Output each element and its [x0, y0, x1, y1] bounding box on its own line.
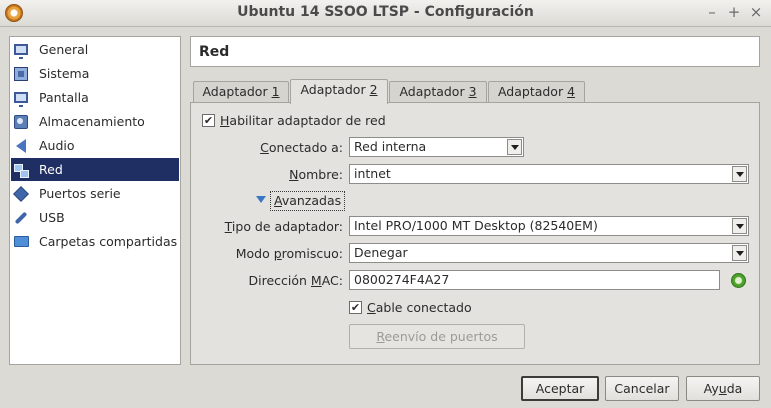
sidebar-item-pantalla[interactable]: Pantalla — [11, 86, 179, 109]
sidebar-item-almacenamiento[interactable]: Almacenamiento — [11, 110, 179, 133]
network-icon — [13, 162, 29, 178]
sidebar-item-puertos-serie[interactable]: Puertos serie — [11, 182, 179, 205]
enable-adapter-label: Habilitar adaptador de red — [220, 113, 386, 128]
sidebar-item-label: General — [39, 42, 89, 57]
expand-triangle-icon[interactable] — [256, 196, 266, 203]
adapter-type-label: Tipo de adaptador: — [200, 219, 343, 234]
label-text: eenvío de puertos — [384, 329, 498, 344]
attached-to-select[interactable]: Red interna — [349, 137, 524, 157]
tab-adaptador-3[interactable]: Adaptador 3 — [389, 81, 487, 103]
help-button[interactable]: Ayuda — [686, 376, 760, 401]
label-mnemonic: H — [220, 113, 230, 128]
sidebar-item-red[interactable]: Red — [11, 158, 179, 181]
sidebar-item-sistema[interactable]: Sistema — [11, 62, 179, 85]
window-title: Ubuntu 14 SSOO LTSP - Configuración — [237, 4, 534, 20]
page-title: Red — [190, 36, 760, 67]
sidebar-item-audio[interactable]: Audio — [11, 134, 179, 157]
usb-icon — [13, 210, 29, 226]
refresh-mac-icon[interactable] — [731, 273, 746, 288]
display-icon — [13, 90, 29, 107]
sidebar-item-label: Carpetas compartidas — [39, 234, 178, 249]
speaker-icon — [13, 138, 29, 154]
port-forwarding-button[interactable]: Reenvío de puertos — [349, 324, 525, 349]
chip-icon — [13, 66, 29, 82]
serial-port-icon — [13, 185, 29, 202]
name-select[interactable]: intnet — [349, 164, 749, 184]
close-icon[interactable]: × — [747, 3, 765, 21]
label-mnemonic: C — [260, 140, 269, 155]
cable-connected-checkbox[interactable]: ✔ — [349, 301, 362, 314]
label-text: Dirección — [248, 273, 311, 288]
folder-icon — [13, 234, 29, 250]
adapter-type-select[interactable]: Intel PRO/1000 MT Desktop (82540EM) — [349, 216, 749, 236]
tab-adaptador-2[interactable]: Adaptador 2 — [290, 79, 388, 104]
tab-mnemonic: 3 — [468, 84, 477, 99]
advanced-toggle[interactable]: Avanzadas — [270, 191, 346, 211]
sidebar-item-label: Red — [39, 162, 63, 177]
sidebar-item-label: Pantalla — [39, 90, 89, 105]
select-value: Red interna — [354, 139, 427, 154]
promiscuous-mode-select[interactable]: Denegar — [349, 243, 749, 263]
sidebar-item-label: Audio — [39, 138, 75, 153]
mac-address-label: Dirección MAC: — [200, 273, 344, 288]
settings-sidebar: General Sistema Pantalla Almacenamiento … — [9, 36, 181, 365]
tab-mnemonic: 4 — [567, 84, 576, 99]
label-text: da — [726, 381, 743, 396]
tab-mnemonic: 1 — [271, 84, 280, 99]
label-text: vanzadas — [281, 193, 342, 208]
tab-label: Adaptador — [399, 84, 469, 99]
chevron-down-icon — [732, 166, 747, 182]
monitor-icon — [13, 42, 29, 59]
disk-icon — [13, 114, 29, 130]
label-mnemonic: C — [367, 300, 376, 315]
select-value: Denegar — [354, 245, 408, 260]
label-mnemonic: u — [718, 381, 727, 396]
tab-adaptador-4[interactable]: Adaptador 4 — [488, 81, 585, 103]
attached-to-label: Conectado a: — [200, 140, 343, 155]
chevron-down-icon — [732, 245, 747, 261]
sidebar-item-general[interactable]: General — [11, 38, 179, 61]
tab-label: Adaptador — [202, 84, 272, 99]
enable-adapter-checkbox[interactable]: ✔ — [202, 114, 215, 127]
title-bar: Ubuntu 14 SSOO LTSP - Configuración – + … — [0, 0, 771, 27]
label-text: ombre: — [298, 167, 343, 182]
sidebar-item-label: USB — [39, 210, 65, 225]
sidebar-item-usb[interactable]: USB — [11, 206, 179, 229]
select-value: intnet — [354, 166, 391, 181]
label-text: onectado a: — [268, 140, 343, 155]
label-mnemonic: p — [273, 246, 282, 261]
tab-label: Adaptador — [497, 84, 568, 99]
label-mnemonic: T — [224, 219, 232, 234]
chevron-down-icon — [507, 139, 522, 155]
cancel-button[interactable]: Cancelar — [605, 376, 679, 401]
label-text: romiscuo: — [281, 246, 343, 261]
label-text: Ay — [703, 381, 719, 396]
label-text: able conectado — [375, 300, 472, 315]
label-text: AC: — [321, 273, 343, 288]
label-text: Modo — [235, 246, 274, 261]
mac-address-input[interactable]: 0800274F4A27 — [349, 270, 720, 290]
promiscuous-mode-label: Modo promiscuo: — [200, 246, 343, 261]
name-label: Nombre: — [200, 167, 343, 182]
label-text: abilitar adaptador de red — [229, 113, 386, 128]
sidebar-item-label: Almacenamiento — [39, 114, 145, 129]
accept-button[interactable]: Aceptar — [521, 376, 599, 401]
label-text: ipo de adaptador: — [231, 219, 343, 234]
cable-connected-label: Cable conectado — [367, 300, 472, 315]
maximize-icon[interactable]: + — [725, 3, 743, 21]
tab-adaptador-1[interactable]: Adaptador 1 — [193, 81, 289, 103]
chevron-down-icon — [732, 218, 747, 234]
sidebar-item-carpetas-compartidas[interactable]: Carpetas compartidas — [11, 230, 179, 253]
sidebar-item-label: Sistema — [39, 66, 90, 81]
tab-label: Adaptador — [300, 82, 370, 97]
label-mnemonic: A — [274, 193, 282, 208]
tab-mnemonic: 2 — [369, 82, 378, 97]
label-mnemonic: M — [310, 273, 322, 288]
minimize-icon[interactable]: – — [703, 3, 721, 21]
sidebar-item-label: Puertos serie — [39, 186, 121, 201]
select-value: Intel PRO/1000 MT Desktop (82540EM) — [354, 218, 598, 233]
